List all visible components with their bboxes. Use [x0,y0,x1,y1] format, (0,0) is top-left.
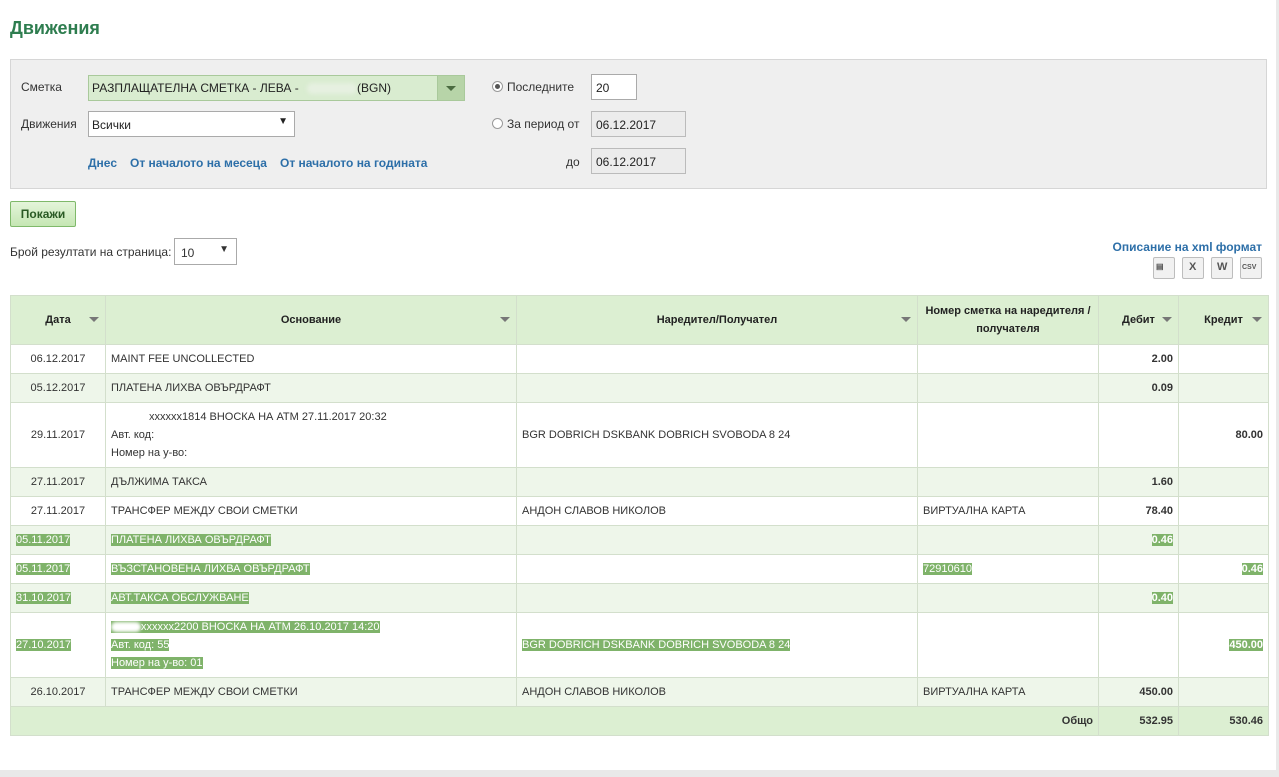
per-page-value: 10 [181,246,195,260]
total-debit: 532.95 [1098,706,1179,736]
movements-label: Движения [21,117,77,131]
word-icon[interactable]: W [1211,257,1233,279]
table-row-selected: 27.10.2017 xxxxxx2200 ВНОСКА НА АТМ 26.1… [10,612,1269,678]
sort-icon [500,317,510,322]
table-row: 06.12.2017 MAINT FEE UNCOLLECTED 2.00 [10,344,1269,374]
col-header-credit[interactable]: Кредит [1178,295,1269,345]
sort-icon [1162,317,1172,322]
last-count-input[interactable]: 20 [591,74,637,100]
col-header-date[interactable]: Дата [10,295,106,345]
table-row: 05.12.2017 ПЛАТЕНА ЛИХВА ОВЪРДРАФТ 0.09 [10,373,1269,403]
per-page-select[interactable]: 10 ▼ [174,238,237,265]
per-page-label: Брой резултати на страница: [10,245,172,259]
sort-icon [89,317,99,322]
table-row: 27.11.2017 ДЪЛЖИМА ТАКСА 1.60 [10,467,1269,497]
account-select-value: РАЗПЛАЩАТЕЛНА СМЕТКА - ЛЕВА - [92,81,299,95]
page: Движения Сметка РАЗПЛАЩАТЕЛНА СМЕТКА - Л… [0,0,1276,770]
excel-icon[interactable]: X [1182,257,1204,279]
movements-select-value: Всички [92,118,131,132]
print-icon[interactable]: ▤ [1153,257,1175,279]
radio-period[interactable] [492,118,503,129]
table-row: 27.11.2017 ТРАНСФЕР МЕЖДУ СВОИ СМЕТКИ АН… [10,496,1269,526]
quick-link-month-start[interactable]: От началото на месеца [130,156,267,170]
table-row: 26.10.2017 ТРАНСФЕР МЕЖДУ СВОИ СМЕТКИ АН… [10,677,1269,707]
caret-down-icon: ▼ [219,244,229,255]
total-label: Общо [10,706,1099,736]
table-row-selected: 05.11.2017 ПЛАТЕНА ЛИХВА ОВЪРДРАФТ 0.46 [10,525,1269,555]
quick-link-year-start[interactable]: От началото на годината [280,156,427,170]
table-total-row: Общо 532.95 530.46 [10,706,1269,736]
radio-last[interactable] [492,81,503,92]
table-row-selected: 05.11.2017 ВЪЗСТАНОВЕНА ЛИХВА ОВЪРДРАФТ … [10,554,1269,584]
account-label: Сметка [21,80,62,94]
table-row-selected: 31.10.2017 АВТ.ТАКСА ОБСЛУЖВАНЕ 0.40 [10,583,1269,613]
total-credit: 530.46 [1178,706,1269,736]
page-title: Движения [10,18,100,38]
xml-format-link[interactable]: Описание на xml формат [1113,240,1262,254]
col-header-party[interactable]: Наредител/Получател [516,295,918,345]
sort-icon [901,317,911,322]
csv-icon[interactable]: CSV [1240,257,1262,279]
transactions-table: Дата Основание Наредител/Получател Номер… [10,295,1269,736]
col-header-account[interactable]: Номер сметка на наредителя / получателя [917,295,1099,345]
period-from-input[interactable]: 06.12.2017 [591,111,686,137]
chevron-down-icon[interactable] [437,76,464,100]
table-header-row: Дата Основание Наредител/Получател Номер… [10,295,1269,345]
show-button[interactable]: Покажи [10,201,76,227]
col-header-basis[interactable]: Основание [105,295,517,345]
table-row: 29.11.2017 xxxxxx1814 ВНОСКА НА АТМ 27.1… [10,402,1269,468]
period-to-input[interactable]: 06.12.2017 [591,148,686,174]
account-select[interactable]: РАЗПЛАЩАТЕЛНА СМЕТКА - ЛЕВА - (BGN) [88,75,465,101]
last-label: Последните [507,80,575,94]
movements-select[interactable]: Всички ▼ [88,111,295,137]
to-label: до [566,155,580,169]
col-header-debit[interactable]: Дебит [1098,295,1179,345]
filter-panel: Сметка РАЗПЛАЩАТЕЛНА СМЕТКА - ЛЕВА - (BG… [10,59,1267,189]
period-label: За период от [507,117,580,131]
caret-down-icon: ▼ [278,116,288,127]
account-currency: (BGN) [357,81,391,95]
sort-icon [1252,317,1262,322]
quick-link-today[interactable]: Днес [88,156,117,170]
account-number-mask [307,83,357,94]
